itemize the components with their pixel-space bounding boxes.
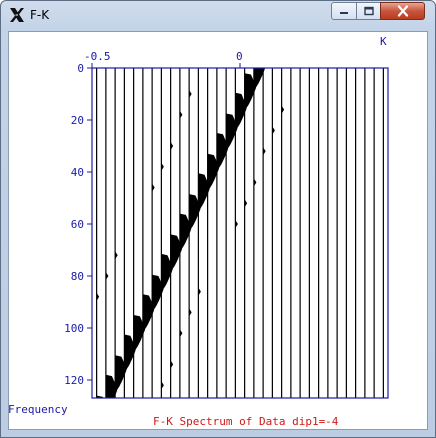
side-lobe-dash: [96, 292, 100, 301]
side-lobe-dash: [152, 183, 155, 192]
side-lobe-dash: [179, 329, 183, 338]
trace-fill: [96, 68, 104, 399]
x-tick-label-neg: -0.5: [84, 50, 111, 63]
k-axis-label: K: [380, 35, 387, 48]
fk-plot: K -0.5 0 Frequency F-K Spectrum of Data …: [8, 35, 389, 428]
side-lobe-dash: [263, 147, 266, 156]
wiggle-traces: [96, 68, 384, 399]
side-lobe-dash: [281, 105, 285, 114]
y-tick-label: 80: [71, 270, 84, 283]
x-axis: [91, 63, 241, 68]
y-tick-label: 20: [71, 114, 84, 127]
y-tick-label: 60: [71, 218, 84, 231]
side-lobe-dash: [161, 162, 164, 171]
side-lobe-dash: [198, 287, 201, 296]
y-axis: 0 20 40 60 80 100 120: [64, 62, 92, 387]
side-lobe-dash: [244, 199, 248, 208]
side-lobe-dash: [235, 220, 238, 228]
side-lobe-dash: [170, 360, 174, 369]
plot-caption: F-K Spectrum of Data dip1=-4: [153, 415, 339, 428]
side-lobe-dash: [161, 381, 164, 390]
y-tick-label: 40: [71, 166, 84, 179]
side-lobe-dash: [179, 110, 183, 119]
x-tick-label-zero: 0: [236, 50, 243, 63]
side-lobe-dash: [189, 308, 192, 317]
side-lobe-dash: [253, 178, 257, 187]
side-lobe-dash: [105, 272, 109, 280]
side-lobe-dash: [189, 90, 192, 98]
side-lobe-dash: [170, 142, 174, 150]
y-tick-label: 100: [64, 322, 84, 335]
side-lobe-dash: [115, 251, 118, 260]
side-lobe-dash: [272, 126, 275, 135]
y-tick-label: 0: [77, 62, 84, 75]
frequency-axis-label: Frequency: [8, 403, 68, 416]
y-tick-label: 120: [64, 374, 84, 387]
